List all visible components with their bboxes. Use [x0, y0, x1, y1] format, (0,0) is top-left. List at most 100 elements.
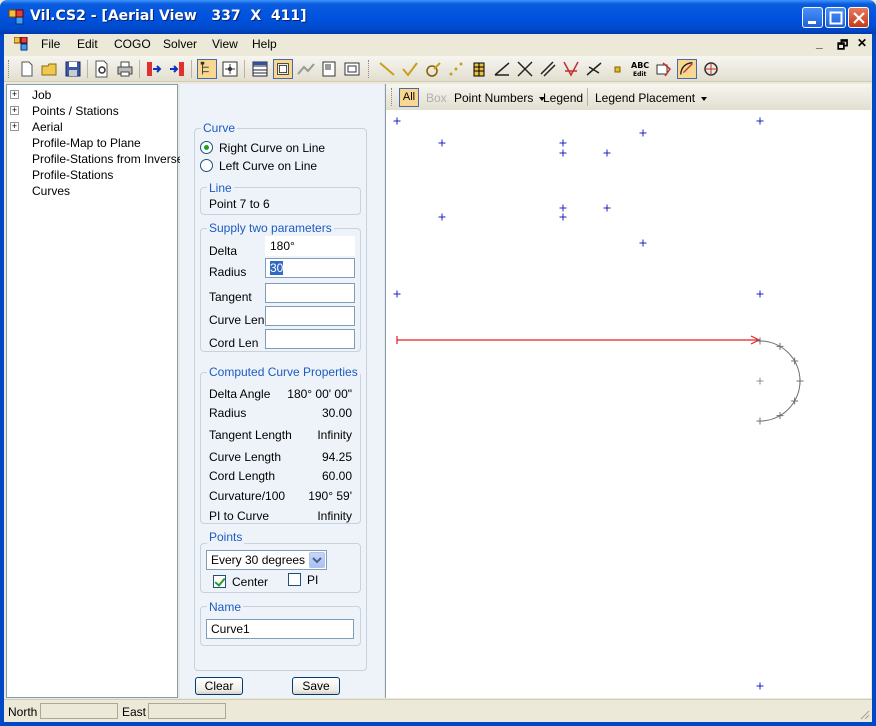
right-curve-label[interactable]: Right Curve on Line: [219, 141, 325, 155]
center-label[interactable]: Center: [232, 575, 268, 589]
toolbar-grip[interactable]: [8, 60, 11, 78]
menu-cogo[interactable]: COGO: [114, 37, 151, 51]
new-icon[interactable]: [17, 59, 37, 79]
edit-text-icon[interactable]: ABCEdit: [630, 59, 650, 79]
child-restore-button[interactable]: 🗗: [837, 36, 848, 57]
curve-point: [756, 417, 764, 425]
curve-point: [776, 342, 784, 350]
aerial-view[interactable]: All Box Point Numbers Legend Legend Plac…: [385, 84, 871, 698]
pi-checkbox[interactable]: [288, 573, 301, 586]
chevron-down-icon[interactable]: [309, 552, 325, 568]
survey-point: [639, 129, 647, 137]
aerial-toolbar: All Box Point Numbers Legend Legend Plac…: [386, 84, 871, 110]
intersect-icon[interactable]: [515, 59, 535, 79]
angle-icon[interactable]: [492, 59, 512, 79]
sheet-icon[interactable]: [319, 59, 339, 79]
menu-view[interactable]: View: [212, 37, 238, 51]
window-title: Vil.CS2 - [Aerial View 337 X 411]: [30, 8, 307, 24]
svg-text:ABC: ABC: [631, 61, 649, 70]
cord-len-label: Cord Len: [209, 336, 259, 350]
save-icon[interactable]: [63, 59, 83, 79]
point-marker-icon[interactable]: [607, 59, 627, 79]
document-window-icon[interactable]: [14, 37, 28, 51]
tree-view-icon[interactable]: [197, 59, 217, 79]
import-icon[interactable]: [144, 59, 164, 79]
circle-point-icon[interactable]: [423, 59, 443, 79]
computed-label: Cord Length: [209, 469, 276, 483]
clear-button[interactable]: Clear: [195, 677, 243, 695]
points-interval-select[interactable]: Every 30 degrees: [206, 550, 327, 570]
right-curve-radio[interactable]: [200, 141, 213, 154]
menu-edit[interactable]: Edit: [77, 37, 98, 51]
offset-icon[interactable]: [538, 59, 558, 79]
toolbar-separator: [244, 60, 245, 78]
pi-label[interactable]: PI: [307, 573, 318, 587]
left-curve-radio[interactable]: [200, 159, 213, 172]
parameters-group-label: Supply two parameters: [207, 221, 334, 235]
menu-file[interactable]: File: [41, 37, 60, 51]
legend-placement-label: Legend Placement: [595, 91, 696, 105]
window-view-icon[interactable]: [273, 59, 293, 79]
main-toolbar: ABC Edit: [4, 56, 872, 82]
survey-point: [603, 204, 611, 212]
name-input[interactable]: Curve1: [206, 619, 354, 639]
export-icon[interactable]: [167, 59, 187, 79]
close-button[interactable]: [848, 7, 869, 28]
toolbar-separator: [191, 60, 192, 78]
toolbar-grip[interactable]: [368, 60, 371, 78]
computed-value: Infinity: [317, 428, 352, 442]
survey-point: [559, 139, 567, 147]
perpendicular-icon[interactable]: [584, 59, 604, 79]
child-close-button[interactable]: ✕: [857, 36, 867, 50]
delta-input[interactable]: 180°: [265, 236, 355, 256]
radius-input[interactable]: 30: [265, 258, 355, 278]
menu-help[interactable]: Help: [252, 37, 277, 51]
east-label: East: [122, 705, 147, 719]
expand-icon[interactable]: +: [10, 90, 19, 99]
tangent-input[interactable]: [265, 283, 355, 303]
computed-label: Tangent Length: [209, 428, 292, 442]
cord-len-input[interactable]: [265, 329, 355, 349]
title-bar: Vil.CS2 - [Aerial View 337 X 411]: [0, 0, 876, 34]
curve-len-input[interactable]: [265, 306, 355, 326]
zoom-extents-icon[interactable]: [220, 59, 240, 79]
child-minimize-button[interactable]: _: [816, 36, 823, 50]
grid-view-icon[interactable]: [250, 59, 270, 79]
curve-tool-icon[interactable]: [677, 59, 697, 79]
toolbar-grip[interactable]: [391, 88, 394, 106]
print-icon[interactable]: [115, 59, 135, 79]
report-icon[interactable]: [342, 59, 362, 79]
draw-line-icon[interactable]: [377, 59, 397, 79]
area-icon[interactable]: [653, 59, 673, 79]
box-button[interactable]: Box: [426, 91, 447, 105]
save-button[interactable]: Save: [292, 677, 340, 695]
points-icon[interactable]: [446, 59, 466, 79]
building-icon[interactable]: [469, 59, 489, 79]
survey-point: [639, 239, 647, 247]
all-button[interactable]: All: [399, 88, 419, 107]
radius-input-value: 30: [270, 261, 284, 275]
minimize-button[interactable]: [802, 7, 823, 28]
left-curve-label[interactable]: Left Curve on Line: [219, 159, 317, 173]
expand-icon[interactable]: +: [10, 106, 19, 115]
bearing-intersect-icon[interactable]: [561, 59, 581, 79]
computed-label: Radius: [209, 406, 247, 420]
arc-icon[interactable]: [701, 59, 721, 79]
print-preview-icon[interactable]: [92, 59, 112, 79]
profile-icon[interactable]: [296, 59, 316, 79]
legend-button[interactable]: Legend: [543, 91, 583, 105]
computed-value: 190° 59': [308, 489, 352, 503]
draw-polyline-icon[interactable]: [400, 59, 420, 79]
computed-value: 60.00: [321, 469, 352, 483]
center-checkbox[interactable]: [213, 575, 226, 588]
expand-icon[interactable]: +: [10, 122, 19, 131]
maximize-button[interactable]: [825, 7, 846, 28]
menu-solver[interactable]: Solver: [163, 37, 197, 51]
legend-placement-dropdown[interactable]: Legend Placement: [595, 91, 708, 105]
open-folder-icon[interactable]: [40, 59, 60, 79]
aerial-canvas[interactable]: [386, 111, 871, 698]
resize-grip-icon[interactable]: [858, 708, 870, 720]
tree-item-label: Curves: [32, 184, 71, 198]
point-numbers-dropdown[interactable]: Point Numbers: [454, 91, 546, 105]
east-value: [148, 703, 226, 719]
